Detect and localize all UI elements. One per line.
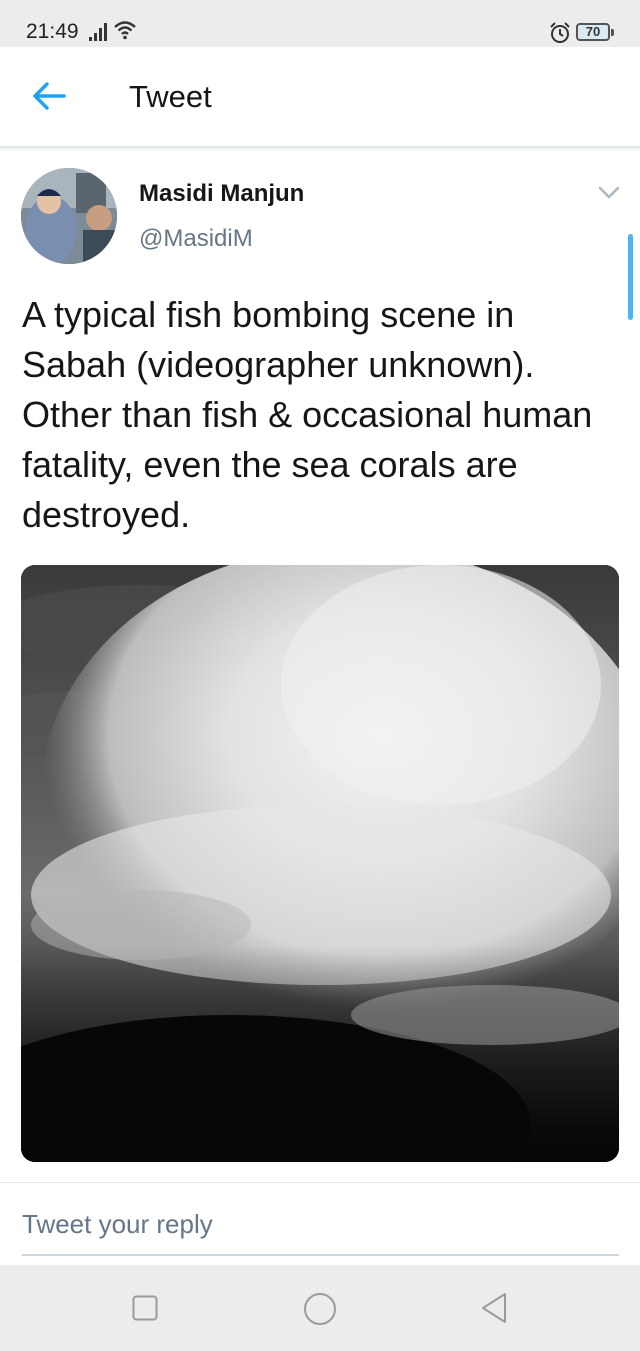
signal-icon [89, 23, 107, 41]
battery-level: 70 [585, 24, 601, 39]
status-bar: 21:49 70 [0, 0, 640, 47]
alarm-icon [550, 22, 570, 43]
scroll-indicator[interactable] [628, 234, 633, 320]
reply-input[interactable] [22, 1208, 619, 1256]
tweet-text: A typical fish bombing scene in Sabah (v… [22, 294, 593, 535]
wifi-icon [114, 21, 136, 40]
tweet-media[interactable] [21, 565, 619, 1162]
display-name[interactable]: Masidi Manjun [139, 180, 304, 208]
triangle-back-icon[interactable] [479, 1291, 509, 1325]
avatar[interactable] [21, 168, 117, 264]
divider [0, 1182, 640, 1183]
status-time: 21:49 [26, 20, 79, 43]
arrow-left-icon[interactable] [32, 81, 66, 111]
page-title: Tweet [129, 79, 212, 114]
user-handle[interactable]: @MasidiM [139, 225, 253, 253]
circle-home-icon[interactable] [303, 1292, 337, 1326]
system-nav-bar [0, 1265, 640, 1351]
battery-indicator: 70 [576, 23, 614, 41]
chevron-down-icon[interactable] [597, 185, 621, 201]
explosion-video-thumbnail [21, 565, 619, 1162]
app-header: Tweet [0, 47, 640, 148]
avatar-image [21, 168, 117, 264]
square-recents-icon[interactable] [132, 1295, 158, 1321]
